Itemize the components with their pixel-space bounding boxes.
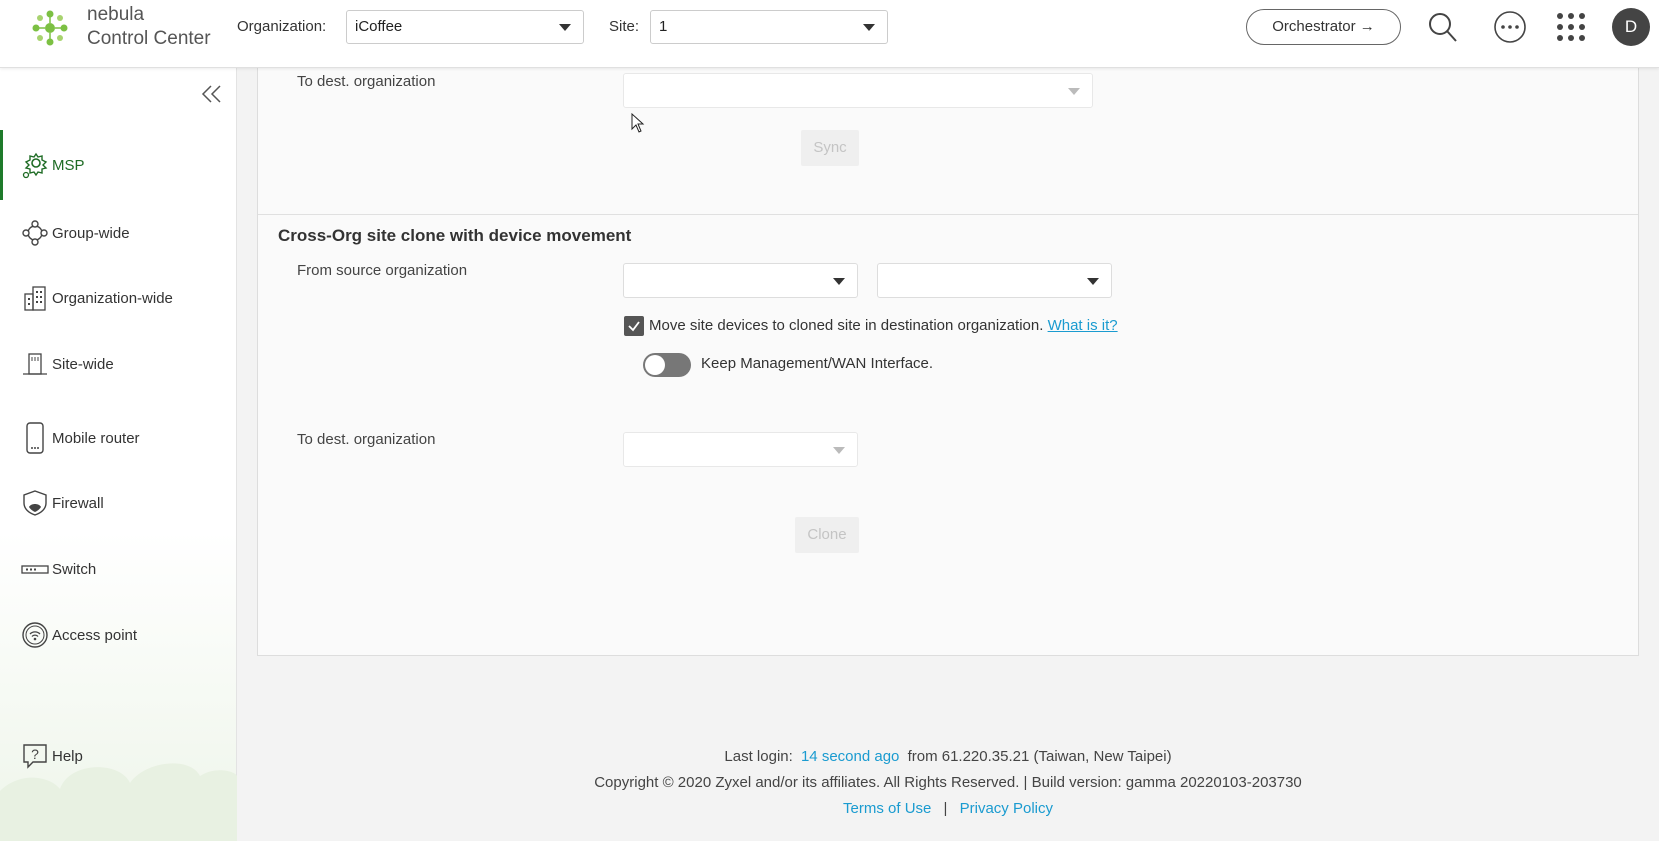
- source-site-select[interactable]: [877, 263, 1112, 298]
- copyright-text: Copyright © 2020 Zyxel and/or its affili…: [594, 774, 1302, 791]
- privacy-policy-link[interactable]: Privacy Policy: [960, 800, 1053, 817]
- chevron-down-icon: [833, 278, 845, 285]
- last-login-time[interactable]: 14 second ago: [801, 748, 899, 765]
- sidebar-item-label: Firewall: [52, 494, 104, 512]
- chevron-down-icon: [559, 24, 571, 31]
- footer-separator: |: [943, 800, 948, 817]
- organization-label: Organization:: [237, 18, 327, 35]
- chevron-down-icon: [833, 447, 845, 454]
- clone-section-title: Cross-Org site clone with device movemen…: [278, 226, 632, 245]
- sidebar-item-group-wide[interactable]: Group-wide: [0, 203, 237, 263]
- brand-line2: Control Center: [87, 28, 211, 49]
- access-point-wifi-icon: [20, 620, 50, 650]
- clone-dest-org-label: To dest. organization: [297, 431, 436, 448]
- sidebar-item-label: Mobile router: [52, 429, 140, 447]
- sidebar-item-label: Site-wide: [52, 355, 114, 373]
- switch-device-icon: [20, 554, 50, 584]
- footer-links: Terms of Use | Privacy Policy: [257, 800, 1639, 817]
- brand-line1: nebula: [87, 4, 145, 25]
- sidebar-item-label: Organization-wide: [52, 289, 173, 307]
- keep-mgmt-label: Keep Management/WAN Interface.: [701, 355, 934, 372]
- chevron-down-icon: [1087, 278, 1099, 285]
- shield-icon: [20, 488, 50, 518]
- sidebar-item-access-point[interactable]: Access point: [0, 605, 237, 665]
- more-options-icon[interactable]: [1493, 10, 1527, 44]
- search-icon[interactable]: [1426, 10, 1460, 44]
- gear-icon: [20, 150, 50, 180]
- terms-of-use-link[interactable]: Terms of Use: [843, 800, 931, 817]
- sidebar-item-switch[interactable]: Switch: [0, 539, 237, 599]
- site-value: 1: [659, 18, 668, 35]
- orchestrator-button[interactable]: Orchestrator →: [1246, 9, 1401, 45]
- organization-value: iCoffee: [355, 18, 403, 35]
- site-select[interactable]: 1: [650, 10, 888, 44]
- checkmark-icon: [628, 321, 640, 332]
- sidebar-item-site-wide[interactable]: Site-wide: [0, 334, 237, 394]
- mouse-cursor-icon: [631, 113, 645, 133]
- what-is-it-link[interactable]: What is it?: [1048, 317, 1118, 334]
- buildings-icon: [20, 283, 50, 313]
- toggle-knob: [645, 355, 665, 375]
- apps-grid-icon[interactable]: [1554, 10, 1588, 44]
- last-login-prefix: Last login:: [724, 748, 793, 765]
- help-icon: ?: [20, 741, 50, 771]
- sidebar-item-mobile-router[interactable]: Mobile router: [0, 408, 237, 468]
- sidebar-item-label: Access point: [52, 626, 138, 644]
- group-network-icon: [20, 218, 50, 248]
- mobile-phone-icon: [20, 422, 50, 454]
- last-login-suffix: from 61.220.35.21 (Taiwan, New Taipei): [907, 748, 1172, 765]
- clone-dest-org-select[interactable]: [623, 432, 858, 467]
- keep-mgmt-toggle[interactable]: [643, 353, 691, 377]
- move-devices-checkbox[interactable]: [624, 316, 644, 336]
- organization-select[interactable]: iCoffee: [346, 10, 584, 44]
- last-login-line: Last login: 14 second ago from 61.220.35…: [257, 748, 1639, 765]
- sidebar-item-label: Switch: [52, 560, 97, 578]
- sidebar-item-firewall[interactable]: Firewall: [0, 473, 237, 533]
- sidebar-item-msp[interactable]: MSP: [0, 130, 237, 200]
- clone-button[interactable]: Clone: [795, 517, 859, 553]
- move-devices-text: Move site devices to cloned site in dest…: [649, 317, 1044, 334]
- nebula-logo-icon[interactable]: [28, 6, 72, 50]
- sidebar-item-label: Group-wide: [52, 224, 130, 242]
- sync-button[interactable]: Sync: [801, 130, 859, 166]
- sidebar-item-organization-wide[interactable]: Organization-wide: [0, 268, 237, 328]
- brand-name: nebula Control Center: [87, 3, 211, 51]
- chevron-down-icon: [1068, 88, 1080, 95]
- collapse-sidebar-icon[interactable]: [200, 84, 224, 104]
- move-devices-label: Move site devices to cloned site in dest…: [649, 317, 1118, 334]
- source-org-label: From source organization: [297, 262, 468, 279]
- sync-dest-org-label: To dest. organization: [297, 73, 436, 90]
- section-divider: [258, 214, 1638, 215]
- top-header: nebula Control Center Organization: iCof…: [0, 0, 1659, 68]
- source-org-select[interactable]: [623, 263, 858, 298]
- site-building-icon: [20, 349, 50, 379]
- sidebar-item-help[interactable]: ? Help: [0, 731, 237, 781]
- sync-dest-org-select[interactable]: [623, 73, 1093, 108]
- sidebar-item-label: MSP: [52, 156, 85, 174]
- user-avatar[interactable]: D: [1612, 8, 1650, 46]
- chevron-down-icon: [863, 24, 875, 31]
- sidebar-item-label: Help: [52, 747, 83, 765]
- sidebar: MSP Group-wide Organization-wide Site-wi…: [0, 68, 237, 841]
- site-label: Site:: [609, 18, 640, 35]
- svg-text:?: ?: [31, 746, 39, 762]
- settings-panel: To dest. organization Sync Cross-Org sit…: [257, 68, 1639, 656]
